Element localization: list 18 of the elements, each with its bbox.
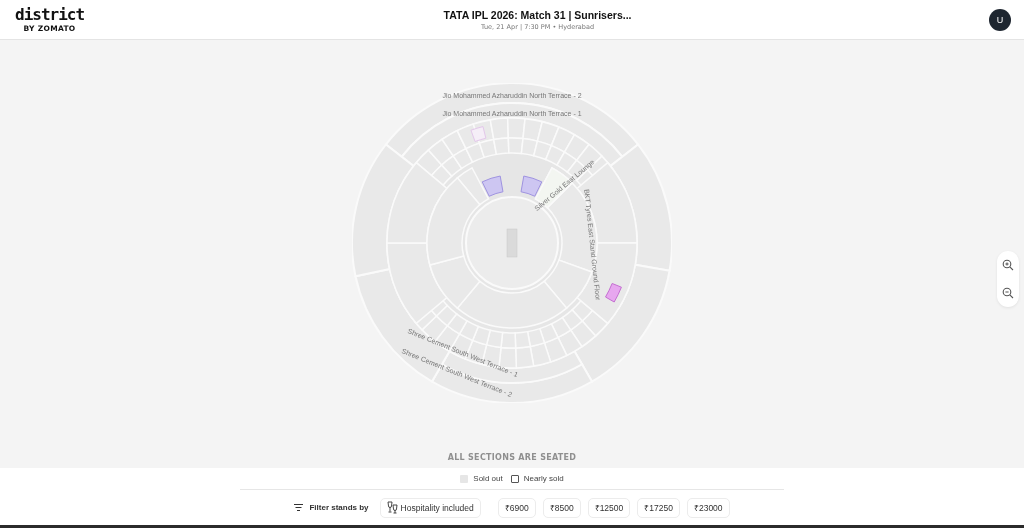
filter-icon — [294, 504, 304, 511]
price-filter-chip[interactable]: ₹6900 — [497, 497, 536, 518]
filter-label: Filter stands by — [309, 503, 369, 512]
legend-swatch — [510, 474, 519, 483]
zoom-in-icon — [1002, 259, 1014, 271]
event-title: TATA IPL 2026: Match 31 | Sunrisers... — [443, 8, 632, 21]
hospitality-filter-chip[interactable]: Hospitality included — [379, 497, 481, 518]
legend-label: Nearly sold — [523, 474, 564, 483]
legend-swatch — [460, 474, 469, 483]
user-avatar[interactable]: U — [989, 8, 1011, 31]
price-filter-chip[interactable]: ₹8500 — [542, 497, 581, 518]
price-filter-chip[interactable]: ₹23000 — [686, 497, 730, 518]
glasses-icon — [386, 501, 398, 514]
legend-label: Sold out — [473, 474, 503, 483]
price-filter-chip[interactable]: ₹17250 — [637, 497, 680, 518]
price-filter-chip[interactable]: ₹12500 — [587, 497, 631, 518]
seating-note: ALL SECTIONS ARE SEATED — [447, 453, 577, 462]
zoom-out-icon — [1002, 287, 1014, 299]
